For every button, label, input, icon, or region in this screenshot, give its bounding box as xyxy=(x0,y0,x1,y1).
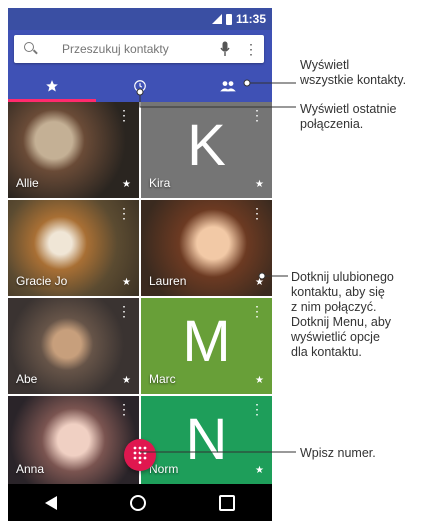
callout-recent-calls: Wyświetl ostatnie połączenia. xyxy=(300,102,397,131)
callout-dial-number: Wpisz numer. xyxy=(300,446,376,460)
callout-favorite-contact: Dotknij ulubionego kontaktu, aby się z n… xyxy=(291,270,394,359)
callout-all-contacts: Wyświetl wszystkie kontakty. xyxy=(300,58,407,87)
